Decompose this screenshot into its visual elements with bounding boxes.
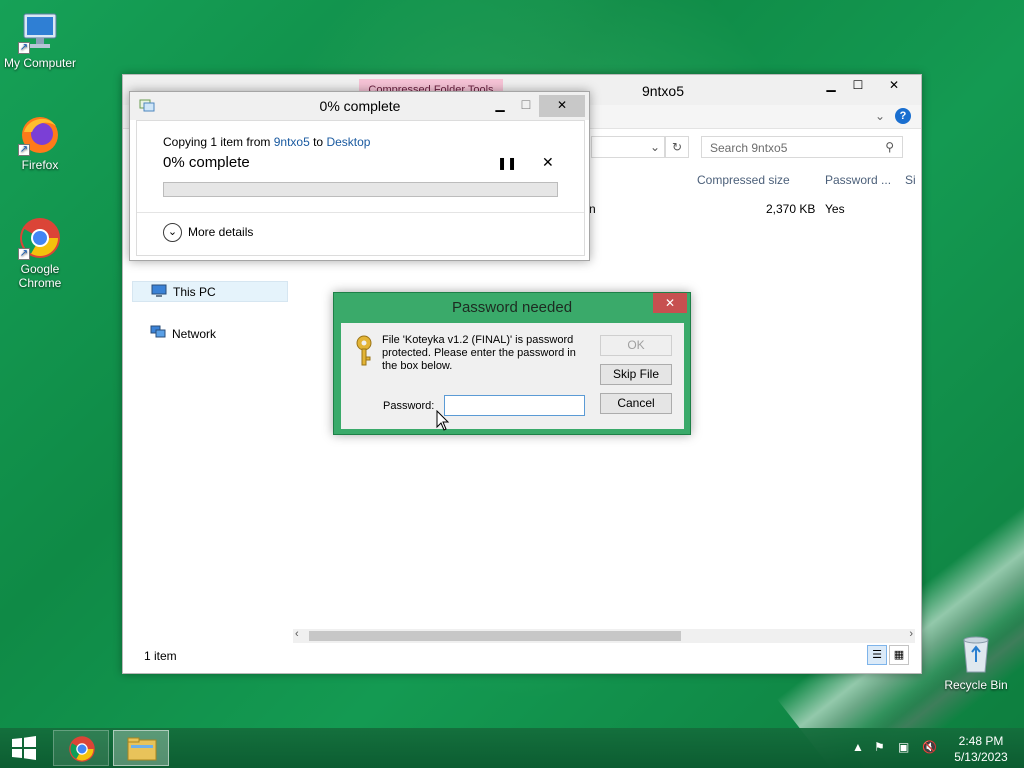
password-needed-dialog: Password needed ✕ File 'Koteyka v1.2 (FI… xyxy=(333,292,691,435)
maximize-button[interactable]: ☐ xyxy=(843,75,873,97)
copy-progress-dialog: 0% complete ▁ ☐ ✕ Copying 1 item from 9n… xyxy=(129,91,590,261)
firefox-icon: ↗ xyxy=(18,112,62,156)
close-button[interactable]: ✕ xyxy=(539,95,585,117)
explorer-title: 9ntxo5 xyxy=(641,83,685,99)
search-input[interactable]: Search 9ntxo5 ⚲ xyxy=(701,136,903,158)
key-icon xyxy=(355,335,373,370)
pause-icon[interactable]: ❚❚ xyxy=(497,156,517,170)
desktop-icon-google-chrome[interactable]: ↗ Google Chrome xyxy=(0,216,80,290)
scroll-right-icon[interactable]: › xyxy=(909,628,913,640)
file-explorer-icon xyxy=(127,736,157,765)
taskbar-file-explorer-button[interactable] xyxy=(113,730,169,766)
desktop-icon-firefox[interactable]: ↗ Firefox xyxy=(0,112,80,172)
file-name-cell[interactable]: n xyxy=(589,202,596,216)
desktop-icon-recycle-bin[interactable]: Recycle Bin xyxy=(936,632,1016,692)
search-placeholder: Search 9ntxo5 xyxy=(710,141,788,155)
this-pc-icon xyxy=(151,284,167,301)
details-view-icon[interactable]: ☰ xyxy=(867,645,887,665)
network-tray-icon[interactable]: ▣ xyxy=(898,740,909,754)
skip-file-button[interactable]: Skip File xyxy=(600,364,672,385)
close-button[interactable]: ✕ xyxy=(871,75,917,97)
desktop-icon-label: Recycle Bin xyxy=(944,678,1008,692)
desktop-icon-label: Google Chrome xyxy=(18,262,62,290)
ok-button[interactable]: OK xyxy=(600,335,672,356)
mouse-cursor-icon xyxy=(436,409,450,435)
cancel-button[interactable]: Cancel xyxy=(600,393,672,414)
volume-muted-icon[interactable]: 🔇 xyxy=(922,740,937,754)
password-cell: Yes xyxy=(825,202,845,216)
refresh-icon[interactable]: ↻ xyxy=(665,136,689,158)
scrollbar-thumb[interactable] xyxy=(309,631,681,641)
source-link[interactable]: 9ntxo5 xyxy=(274,135,310,149)
large-icons-view-icon[interactable]: ▦ xyxy=(889,645,909,665)
column-header-password[interactable]: Password ... xyxy=(825,173,891,187)
destination-link[interactable]: Desktop xyxy=(326,135,370,149)
address-dropdown-icon[interactable]: ⌄ xyxy=(650,140,660,154)
taskbar: ▲ ⚑ ▣ 🔇 2:48 PM 5/13/2023 xyxy=(0,728,1024,768)
desktop-icon-my-computer[interactable]: ↗ My Computer xyxy=(0,10,80,70)
compressed-size-cell: 2,370 KB xyxy=(766,202,816,216)
password-label: Password: xyxy=(383,400,435,412)
address-bar[interactable]: ⌄ xyxy=(591,136,665,158)
recycle-bin-icon xyxy=(954,632,998,676)
copy-icon xyxy=(139,98,155,115)
cancel-copy-icon[interactable]: ✕ xyxy=(542,154,554,171)
close-button[interactable]: ✕ xyxy=(653,293,687,313)
copying-line: Copying 1 item from 9ntxo5 to Desktop xyxy=(163,135,370,149)
chrome-icon: ↗ xyxy=(18,216,62,260)
action-center-flag-icon[interactable]: ⚑ xyxy=(874,740,885,754)
column-header-size[interactable]: Si xyxy=(905,173,916,187)
show-hidden-icons-icon[interactable]: ▲ xyxy=(852,740,864,754)
copy-dialog-title: 0% complete xyxy=(319,98,401,114)
copy-dialog-body: Copying 1 item from 9ntxo5 to Desktop 0%… xyxy=(136,120,585,256)
taskbar-chrome-button[interactable] xyxy=(53,730,109,766)
column-header-compressed-size[interactable]: Compressed size xyxy=(697,173,790,187)
divider xyxy=(137,212,584,213)
copy-titlebar: 0% complete ▁ ☐ ✕ xyxy=(130,92,589,120)
copy-status: 0% complete xyxy=(163,154,250,171)
password-dialog-title: Password needed xyxy=(451,299,573,316)
desktop-icon-label: My Computer xyxy=(3,56,77,70)
clock-time: 2:48 PM xyxy=(958,734,1004,748)
system-clock[interactable]: 2:48 PM 5/13/2023 xyxy=(950,733,1012,765)
copy-progress-bar xyxy=(163,182,558,197)
clock-date: 5/13/2023 xyxy=(954,750,1008,764)
chrome-icon xyxy=(68,735,96,766)
desktop-icon-label: Firefox xyxy=(21,158,59,172)
search-icon: ⚲ xyxy=(885,140,894,154)
password-dialog-body: File 'Koteyka v1.2 (FINAL)' is password … xyxy=(341,323,684,429)
nav-label: This PC xyxy=(173,285,216,299)
nav-item-this-pc[interactable]: This PC xyxy=(132,281,288,302)
computer-icon: ↗ xyxy=(18,10,62,54)
horizontal-scrollbar[interactable]: ‹ › xyxy=(293,628,915,643)
to-word: to xyxy=(313,135,324,149)
password-message: File 'Koteyka v1.2 (FINAL)' is password … xyxy=(382,334,576,372)
nav-label: Network xyxy=(172,327,217,341)
status-item-count: 1 item xyxy=(144,649,177,663)
copying-prefix: Copying 1 item from xyxy=(163,135,271,149)
minimize-button[interactable]: ▁ xyxy=(486,95,514,117)
minimize-button[interactable]: ▁ xyxy=(816,75,846,97)
more-details-button[interactable]: More details xyxy=(188,225,253,239)
maximize-button: ☐ xyxy=(520,98,532,112)
chevron-down-icon[interactable]: ⌄ xyxy=(875,109,885,123)
start-button[interactable] xyxy=(6,730,42,766)
help-icon[interactable]: ? xyxy=(895,108,911,124)
password-input[interactable] xyxy=(444,395,585,416)
expand-chevron-icon[interactable]: ⌄ xyxy=(163,223,182,242)
network-icon xyxy=(150,325,166,342)
scroll-left-icon[interactable]: ‹ xyxy=(295,628,299,640)
